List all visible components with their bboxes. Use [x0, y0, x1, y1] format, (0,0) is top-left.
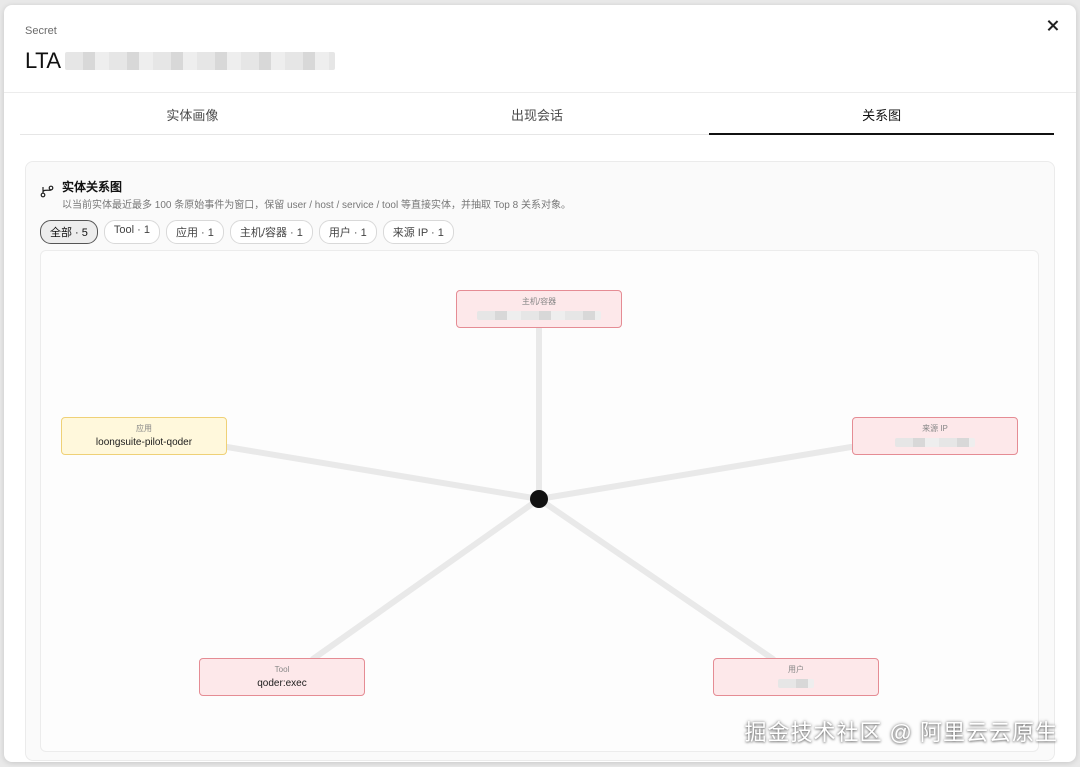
node-user[interactable]: 用户	[713, 658, 879, 696]
tab-entity-profile[interactable]: 实体画像	[20, 101, 365, 134]
node-type-label: Tool	[274, 665, 290, 674]
center-entity-node[interactable]	[530, 490, 548, 508]
tab-sessions[interactable]: 出现会话	[365, 101, 710, 134]
node-type-label: 来源 IP	[922, 424, 948, 433]
entity-title: LTA	[25, 48, 61, 73]
edge-user	[536, 496, 776, 662]
redacted-value-mask	[477, 311, 601, 320]
node-app[interactable]: 应用 loongsuite-pilot-qoder	[61, 417, 227, 455]
secret-detail-dialog: Secret LTA 实体画像 出现会话 关系图 实体关系图 以当前实体最近最多…	[4, 5, 1076, 762]
node-value-label: qoder:exec	[257, 678, 307, 689]
node-type-label: 应用	[136, 424, 152, 433]
card-description: 以当前实体最近最多 100 条原始事件为窗口，保留 user / host / …	[62, 200, 571, 211]
watermark-text: 掘金技术社区 @ 阿里云云原生	[744, 720, 1058, 745]
redacted-title-mask	[64, 52, 335, 70]
filter-chip-app[interactable]: 应用 · 1	[165, 220, 224, 244]
tab-bar: 实体画像 出现会话 关系图	[20, 101, 1054, 135]
node-host[interactable]: 主机/容器	[456, 290, 622, 328]
dialog-header: Secret LTA	[4, 5, 1076, 93]
node-type-label: 用户	[788, 665, 804, 674]
node-source-ip[interactable]: 来源 IP	[852, 417, 1018, 455]
edge-app	[224, 444, 542, 502]
node-value-label: loongsuite-pilot-qoder	[95, 437, 193, 448]
filter-chip-source-ip[interactable]: 来源 IP · 1	[382, 220, 454, 244]
close-icon[interactable]	[1044, 17, 1062, 35]
entity-kind-label: Secret	[25, 25, 57, 37]
node-type-label: 主机/容器	[521, 297, 557, 306]
redacted-value-mask	[778, 679, 814, 688]
tab-relationship-graph[interactable]: 关系图	[709, 101, 1054, 135]
relationship-graph-canvas[interactable]: 主机/容器 应用 loongsuite-pilot-qoder 来源 IP To…	[40, 250, 1039, 752]
filter-chip-host[interactable]: 主机/容器 · 1	[229, 220, 313, 244]
filter-chip-user[interactable]: 用户 · 1	[318, 220, 377, 244]
branch-icon	[40, 185, 54, 198]
card-title: 实体关系图	[62, 180, 123, 194]
edge-tool	[310, 496, 542, 662]
edge-source-ip	[536, 444, 854, 502]
title-row: LTA	[25, 47, 335, 75]
filter-chip-all[interactable]: 全部 · 5	[40, 220, 98, 244]
relationship-graph-card: 实体关系图 以当前实体最近最多 100 条原始事件为窗口，保留 user / h…	[25, 161, 1055, 761]
node-tool[interactable]: Tool qoder:exec	[199, 658, 365, 696]
filter-chips: 全部 · 5 Tool · 1 应用 · 1 主机/容器 · 1 用户 · 1 …	[40, 220, 454, 244]
redacted-value-mask	[895, 438, 975, 447]
filter-chip-tool[interactable]: Tool · 1	[103, 220, 160, 244]
